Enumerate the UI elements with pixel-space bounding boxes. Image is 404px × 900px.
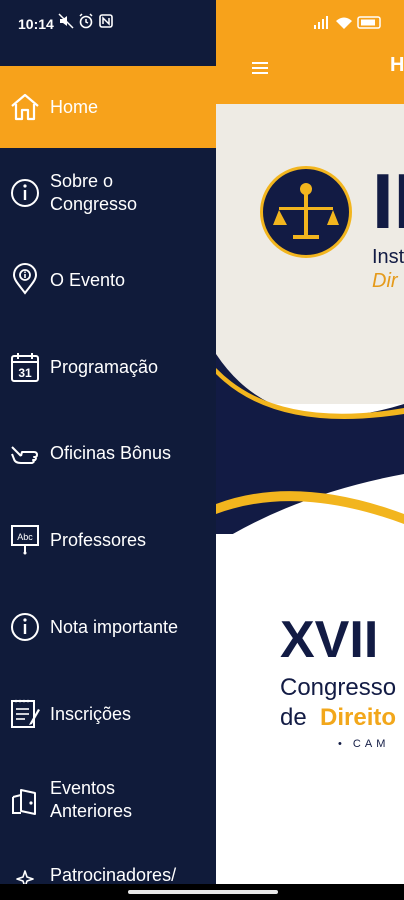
- menu-item-o-evento[interactable]: O Evento: [0, 240, 216, 320]
- sparkle-icon: [8, 868, 42, 884]
- svg-text:31: 31: [18, 366, 32, 380]
- logo-subtitle-2: Dir: [372, 270, 398, 292]
- menu-item-inscricoes[interactable]: Inscrições: [0, 672, 216, 756]
- menu-item-label: Professores: [50, 530, 147, 550]
- navigation-drawer: 10:14 Home Sobre o Congresso O Evento 31…: [0, 0, 216, 884]
- menu-item-label: Sobre o Congresso: [50, 171, 138, 214]
- logo-subtitle-1: Inst: [372, 246, 404, 268]
- app-title: H: [390, 54, 404, 76]
- menu-item-label: Inscrições: [50, 704, 132, 724]
- event-title-line-1: Congresso: [280, 674, 397, 701]
- menu-item-home[interactable]: Home: [0, 66, 216, 148]
- menu-item-label: Eventos Anteriores: [50, 778, 133, 821]
- nfc-icon: [99, 14, 113, 28]
- menu-item-label: Home: [50, 97, 99, 117]
- calendar-icon: 31: [8, 350, 42, 384]
- menu-item-oficinas-bonus[interactable]: Oficinas Bônus: [0, 412, 216, 494]
- event-banner: II Inst Dir XVII Congresso de Direito • …: [216, 104, 404, 888]
- menu-item-label: Patrocinadores/: [50, 865, 177, 884]
- event-edition: XVII: [280, 611, 379, 669]
- event-location: • CAM: [338, 738, 390, 750]
- menu-item-eventos-anteriores[interactable]: Eventos Anteriores: [0, 760, 216, 842]
- status-icons: [58, 13, 114, 33]
- presentation-board-icon: Abc: [8, 522, 42, 556]
- institute-logo-icon: [260, 166, 352, 258]
- banner-wave: [216, 354, 404, 534]
- menu-item-nota-importante[interactable]: Nota importante: [0, 586, 216, 668]
- info-icon: [8, 176, 42, 210]
- menu-item-label: Programação: [50, 357, 159, 377]
- form-icon: [8, 696, 42, 730]
- alarm-icon: [79, 13, 93, 29]
- info-icon: [8, 610, 42, 644]
- menu-item-label: Nota importante: [50, 617, 179, 637]
- menu-item-sobre-o-congresso[interactable]: Sobre o Congresso: [0, 152, 216, 234]
- home-icon: [8, 90, 42, 124]
- menu-item-patrocinadores[interactable]: Patrocinadores/: [0, 848, 216, 884]
- logo-letters: II: [372, 157, 404, 245]
- status-time: 10:14: [18, 16, 54, 32]
- menu-item-professores[interactable]: Abc Professores: [0, 498, 216, 582]
- menu-item-programacao[interactable]: 31 Programação: [0, 326, 216, 408]
- menu-item-label: Oficinas Bônus: [50, 443, 172, 463]
- hamburger-icon[interactable]: [250, 58, 270, 78]
- svg-text:Abc: Abc: [17, 532, 33, 542]
- door-icon: [8, 784, 42, 818]
- menu-item-label: O Evento: [50, 270, 126, 290]
- event-title-line-2b: Direito: [320, 704, 397, 731]
- mute-icon: [58, 13, 74, 29]
- event-title-line-2a: de: [280, 704, 307, 731]
- location-pin-icon: [8, 262, 42, 296]
- pointing-hand-icon: [8, 436, 42, 470]
- system-status-icons: [300, 14, 404, 32]
- gesture-handle[interactable]: [128, 890, 278, 894]
